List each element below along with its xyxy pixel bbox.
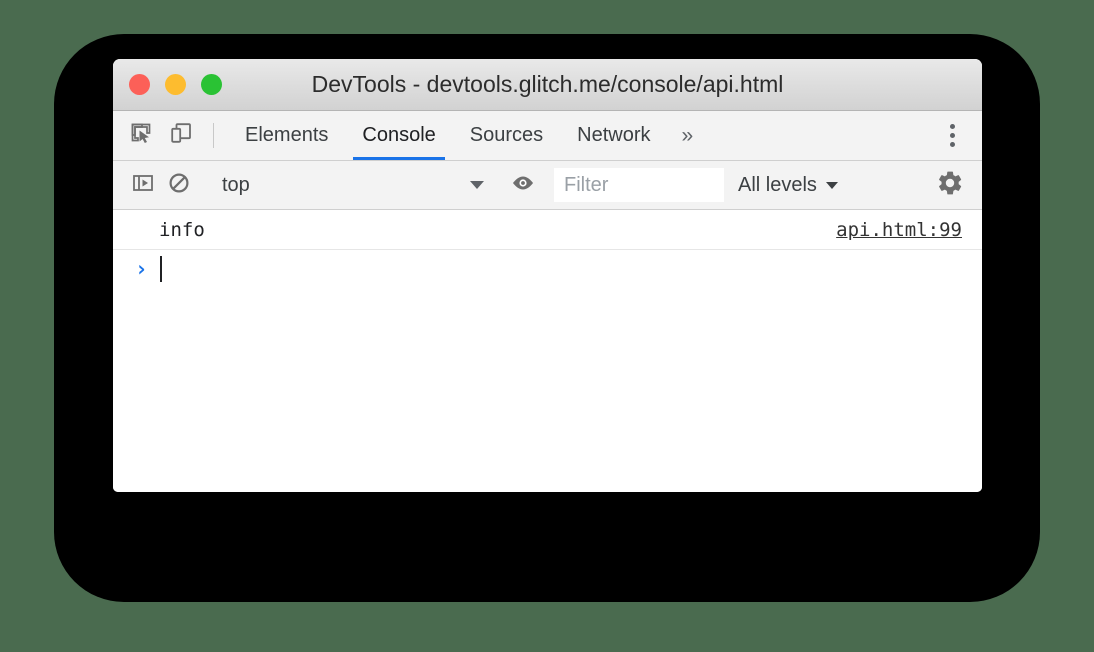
traffic-lights xyxy=(113,74,222,95)
gear-icon xyxy=(936,169,964,202)
console-message-text: info xyxy=(159,218,205,241)
tab-bar-right xyxy=(919,111,982,160)
console-prompt-row[interactable]: › xyxy=(113,250,982,288)
tab-console[interactable]: Console xyxy=(345,111,452,160)
console-sidebar-icon xyxy=(131,171,155,200)
console-empty-space[interactable] xyxy=(113,288,982,492)
devtools-tab-bar: Elements Console Sources Network » xyxy=(113,111,982,161)
log-level-label: All levels xyxy=(738,173,817,196)
chevron-down-icon xyxy=(825,181,838,189)
kebab-dot xyxy=(949,124,955,129)
minimize-window-button[interactable] xyxy=(165,74,186,95)
console-message-source-link[interactable]: api.html:99 xyxy=(836,219,962,241)
panel-tabs: Elements Console Sources Network » xyxy=(228,111,707,160)
log-level-selector[interactable]: All levels xyxy=(724,168,852,202)
inspect-element-icon xyxy=(129,121,153,150)
console-message-row[interactable]: info api.html:99 xyxy=(113,210,982,250)
more-tabs-button[interactable]: » xyxy=(668,111,708,160)
kebab-dot xyxy=(949,142,955,147)
execution-context-selector[interactable]: top xyxy=(210,170,492,200)
clear-console-button[interactable] xyxy=(161,167,197,203)
execution-context-label: top xyxy=(222,173,250,196)
tab-bar-divider xyxy=(213,123,214,148)
device-toolbar-icon xyxy=(169,121,193,150)
device-toolbar-button[interactable] xyxy=(163,118,199,154)
prompt-arrow-icon: › xyxy=(135,256,148,281)
live-expression-button[interactable] xyxy=(505,167,541,203)
clear-console-icon xyxy=(167,171,191,200)
eye-icon xyxy=(510,170,536,201)
window-title: DevTools - devtools.glitch.me/console/ap… xyxy=(311,71,784,97)
console-sidebar-toggle-button[interactable] xyxy=(125,167,161,203)
tab-elements[interactable]: Elements xyxy=(228,111,345,160)
inspect-element-button[interactable] xyxy=(123,118,159,154)
console-toolbar: top All levels xyxy=(113,161,982,210)
close-window-button[interactable] xyxy=(129,74,150,95)
zoom-window-button[interactable] xyxy=(201,74,222,95)
tab-bar-left-icons xyxy=(123,111,207,160)
title-bar: DevTools - devtools.glitch.me/console/ap… xyxy=(113,59,982,111)
devtools-main-menu-button[interactable] xyxy=(932,116,972,156)
console-message-area[interactable]: info api.html:99 › xyxy=(113,210,982,492)
tab-sources[interactable]: Sources xyxy=(453,111,560,160)
kebab-dot xyxy=(949,133,955,138)
console-settings-area xyxy=(919,167,982,203)
console-settings-button[interactable] xyxy=(932,167,968,203)
tab-network[interactable]: Network xyxy=(560,111,667,160)
chevron-down-icon xyxy=(470,181,484,189)
console-filter-input[interactable] xyxy=(554,168,724,202)
devtools-window: DevTools - devtools.glitch.me/console/ap… xyxy=(113,59,982,492)
prompt-text-caret xyxy=(159,256,162,282)
